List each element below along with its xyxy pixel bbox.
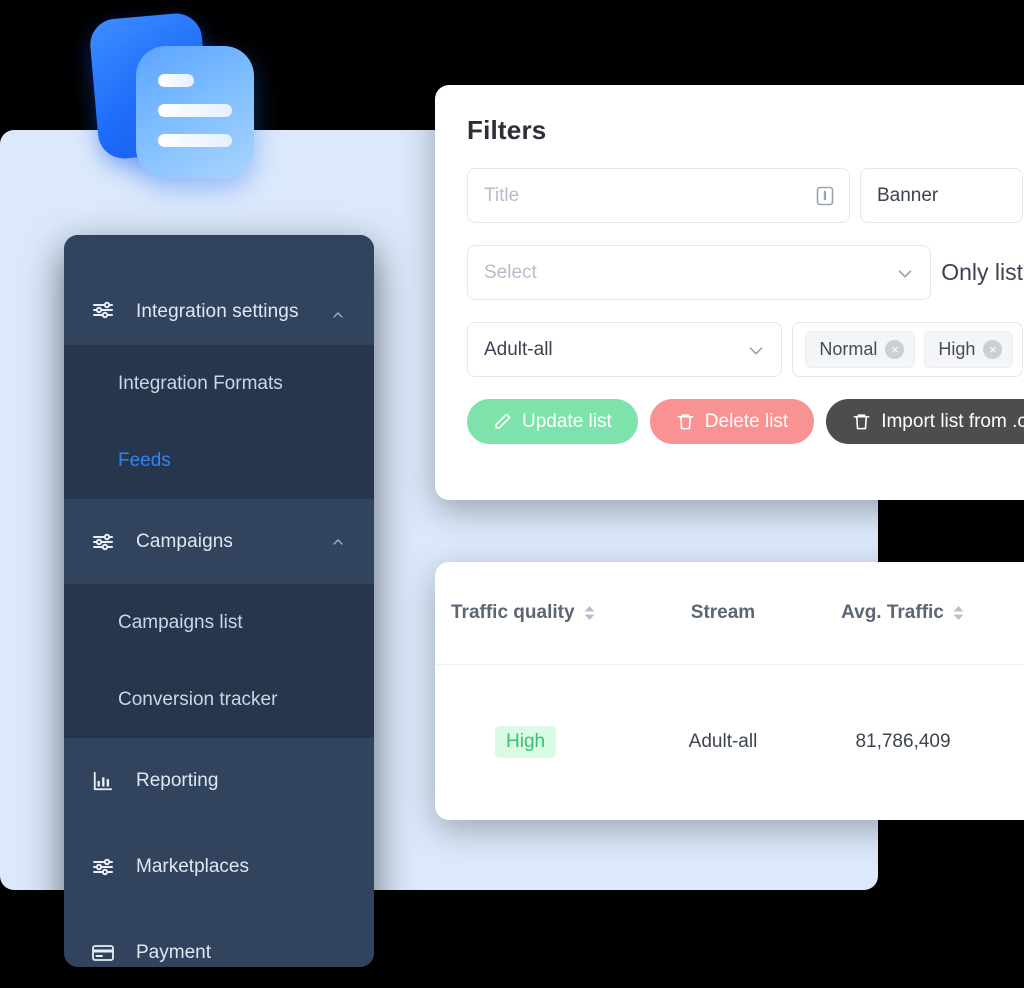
sidebar-item-label: Reporting	[136, 770, 219, 791]
sidebar-group-campaigns[interactable]: Campaigns	[64, 499, 374, 584]
stream-select[interactable]: Adult-all	[467, 322, 783, 377]
import-list-csv-button[interactable]: Import list from .csv	[826, 399, 1024, 444]
chevron-up-icon[interactable]	[330, 534, 346, 550]
sliders-icon	[90, 529, 116, 555]
logo-line-3	[158, 134, 232, 147]
delete-list-label: Delete list	[704, 410, 789, 432]
update-list-button[interactable]: Update list	[467, 399, 638, 444]
sidebar-item-marketplaces[interactable]: Marketplaces	[64, 824, 374, 910]
column-header-label: Stream	[690, 602, 756, 623]
illustration-stage: Integration settings Integration Formats…	[0, 0, 1024, 988]
column-header-avg-traffic[interactable]: Avg. Traffic	[803, 602, 1003, 624]
chevron-down-icon[interactable]	[894, 262, 916, 284]
sidebar-item-campaigns-list[interactable]: Campaigns list	[64, 584, 374, 661]
chip-normal[interactable]: Normal ×	[805, 331, 916, 368]
cell-avg-traffic: 81,786,409	[855, 730, 951, 752]
quality-chips-box[interactable]: Normal × High ×	[792, 322, 1023, 377]
sidebar: Integration settings Integration Formats…	[64, 235, 374, 967]
sidebar-item-label: Marketplaces	[136, 856, 249, 877]
banner-field[interactable]: Banner	[859, 168, 1023, 223]
chip-high[interactable]: High ×	[924, 331, 1014, 368]
sidebar-group-label: Campaigns	[136, 530, 234, 552]
filter-row-select: Select Only list	[467, 245, 1023, 300]
filters-button-row: Update list Delete list Import list from…	[467, 399, 1024, 444]
delete-list-button[interactable]: Delete list	[649, 399, 815, 444]
logo-line-2	[158, 104, 232, 117]
chip-remove-icon[interactable]: ×	[983, 340, 1003, 359]
chevron-down-icon[interactable]	[745, 339, 767, 361]
sliders-icon	[90, 854, 116, 880]
clipboard-icon[interactable]	[815, 185, 835, 207]
chip-label: Normal	[819, 339, 878, 359]
logo-front-card	[136, 46, 254, 178]
chip-label: High	[938, 339, 976, 359]
filters-title: Filters	[467, 115, 547, 145]
sidebar-submenu-integration-settings: Integration Formats Feeds	[64, 345, 374, 499]
update-list-label: Update list	[522, 410, 612, 432]
cell-traffic-quality: High	[443, 725, 643, 758]
cell-stream: Adult-all	[688, 730, 758, 752]
sidebar-item-payment[interactable]: Payment	[64, 910, 374, 967]
chevron-up-icon[interactable]	[330, 307, 346, 323]
bar-chart-icon	[90, 768, 116, 794]
column-header-label: Avg. Traffic	[841, 602, 944, 623]
filter-row-stream: Adult-all Normal × High ×	[467, 322, 1023, 377]
select-input[interactable]: Select	[467, 245, 932, 300]
table-row[interactable]: High Adult-all 81,786,409	[435, 665, 1024, 818]
trash-icon	[852, 412, 871, 431]
sliders-icon	[90, 297, 116, 323]
filters-card: Filters Title Banner Select Only list Ad…	[435, 85, 1024, 500]
sidebar-item-reporting[interactable]: Reporting	[64, 738, 374, 824]
sidebar-item-label: Payment	[136, 942, 211, 963]
title-input[interactable]: Title	[467, 168, 850, 223]
credit-card-icon	[90, 940, 116, 966]
banner-field-value: Banner	[876, 184, 939, 206]
sidebar-group-integration-settings[interactable]: Integration settings	[64, 235, 374, 345]
select-input-placeholder: Select	[484, 261, 537, 283]
table-header-row: Traffic quality Stream Avg. Traffic	[435, 562, 1024, 665]
chip-remove-icon[interactable]: ×	[885, 340, 905, 359]
sidebar-submenu-campaigns: Campaigns list Conversion tracker	[64, 584, 374, 738]
trash-icon	[676, 412, 695, 431]
only-list-label: Only list	[941, 259, 1023, 285]
traffic-table-card: Traffic quality Stream Avg. Traffic High…	[435, 562, 1024, 820]
sidebar-item-integration-formats[interactable]: Integration Formats	[64, 345, 374, 422]
column-header-traffic-quality[interactable]: Traffic quality	[443, 602, 643, 624]
status-badge: High	[495, 725, 557, 758]
sidebar-item-conversion-tracker[interactable]: Conversion tracker	[64, 661, 374, 738]
sidebar-group-label: Integration settings	[136, 301, 299, 322]
sort-icon[interactable]	[952, 605, 965, 621]
stream-select-value: Adult-all	[484, 338, 553, 360]
filter-row-title: Title Banner	[467, 168, 1023, 223]
column-header-label: Traffic quality	[451, 602, 575, 623]
sort-icon[interactable]	[583, 605, 596, 621]
title-input-placeholder: Title	[484, 184, 520, 206]
stacked-documents-logo	[88, 8, 264, 188]
pencil-icon	[493, 412, 512, 431]
logo-line-1	[158, 74, 194, 87]
column-header-stream: Stream	[643, 602, 803, 624]
sidebar-item-feeds[interactable]: Feeds	[64, 422, 374, 499]
import-list-csv-label: Import list from .csv	[881, 410, 1024, 432]
